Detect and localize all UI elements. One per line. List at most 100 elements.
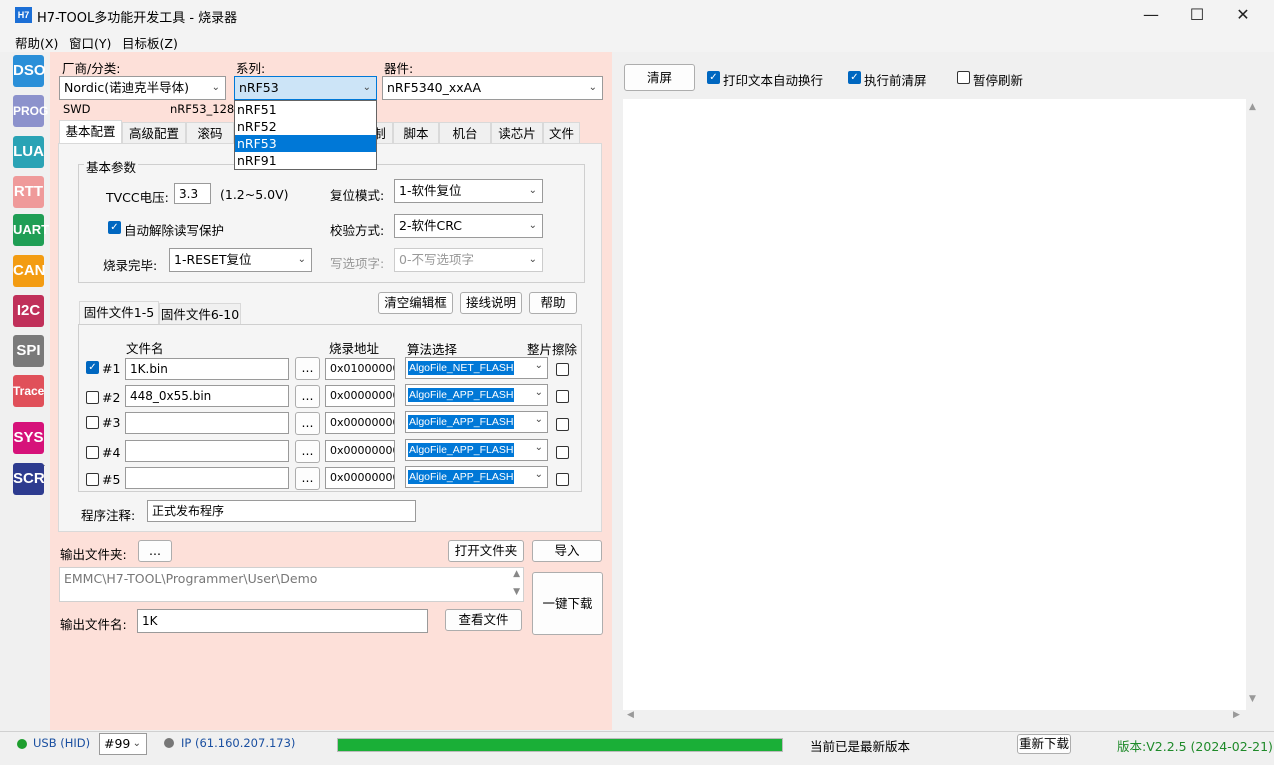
fw-file-input[interactable] (125, 440, 289, 462)
chevron-down-icon: ⌄ (297, 254, 306, 265)
tab-rolling-code[interactable]: 滚码 (186, 122, 234, 144)
scroll-up-icon[interactable]: ▲ (513, 569, 520, 579)
help-button[interactable]: 帮助 (529, 292, 577, 314)
trace-tool-button[interactable]: Trace (13, 375, 44, 407)
close-button[interactable]: ✕ (1220, 0, 1266, 30)
fw-algo-select[interactable]: AlgoFile_NET_FLASH ⌄ (405, 357, 548, 379)
import-button[interactable]: 导入 (532, 540, 602, 562)
fw-algo-select[interactable]: AlgoFile_APP_FLASH ⌄ (405, 411, 548, 433)
clear-screen-button[interactable]: 清屏 (624, 64, 695, 91)
fw-browse-button[interactable]: ... (295, 357, 320, 380)
tab-advanced-config[interactable]: 高级配置 (122, 122, 186, 144)
scroll-down-icon[interactable]: ▼ (513, 587, 520, 597)
tab-firmware-1-5[interactable]: 固件文件1-5 (79, 301, 159, 325)
fw-address-input[interactable]: 0x00000000 (325, 440, 395, 462)
scroll-down-icon[interactable]: ▼ (1249, 694, 1256, 704)
series-select[interactable]: nRF53 ⌄ (234, 76, 377, 100)
tab-script[interactable]: 脚本 (393, 122, 439, 144)
fw-erase-checkbox[interactable] (556, 363, 569, 376)
scr-tool-button[interactable]: SCR (13, 463, 45, 495)
redownload-button[interactable]: 重新下载 (1017, 734, 1071, 754)
tab-firmware-6-10[interactable]: 固件文件6-10 (159, 303, 241, 325)
output-name-input[interactable]: 1K (137, 609, 428, 633)
fw-address-input[interactable]: 0x00000000 (325, 385, 395, 407)
series-value: nRF53 (239, 80, 279, 95)
scroll-left-icon[interactable]: ◀ (627, 710, 634, 720)
device-number-select[interactable]: #99 ⌄ (99, 733, 147, 755)
chevron-down-icon: ⌄ (528, 254, 537, 265)
fw-browse-button[interactable]: ... (295, 440, 320, 463)
tab-basic-config[interactable]: 基本配置 (59, 120, 122, 144)
chevron-down-icon: ⌄ (362, 82, 371, 93)
auto-unprotect-checkbox[interactable]: ✓ (108, 221, 121, 234)
series-option[interactable]: nRF51 (235, 101, 376, 118)
output-path-box[interactable]: EMMC\H7-TOOL\Programmer\User\Demo ▲ ▼ (59, 567, 524, 602)
fw-address-input[interactable]: 0x00000000 (325, 412, 395, 434)
menu-help[interactable]: 帮助(X) (15, 33, 58, 52)
fw-file-input[interactable] (125, 467, 289, 489)
fw-row-checkbox[interactable]: ✓ (86, 361, 99, 374)
can-tool-button[interactable]: CAN (13, 255, 46, 287)
done-action-select[interactable]: 1-RESET复位 ⌄ (169, 248, 312, 272)
menu-target-board[interactable]: 目标板(Z) (122, 33, 178, 52)
prog-tool-button[interactable]: PROG (13, 95, 48, 127)
lua-tool-button[interactable]: LUA (13, 136, 44, 168)
open-folder-button[interactable]: 打开文件夹 (448, 540, 524, 562)
fw-erase-checkbox[interactable] (556, 473, 569, 486)
fw-file-input[interactable]: 1K.bin (125, 358, 289, 380)
fw-algo-select[interactable]: AlgoFile_APP_FLASH ⌄ (405, 466, 548, 488)
uart-tool-button[interactable]: UART (13, 214, 49, 246)
fw-erase-checkbox[interactable] (556, 418, 569, 431)
one-click-download-button[interactable]: 一键下载 (532, 572, 603, 635)
i2c-tool-button[interactable]: I2C (13, 295, 44, 327)
vendor-label: 厂商/分类: (62, 61, 121, 76)
fw-erase-checkbox[interactable] (556, 446, 569, 459)
pause-refresh-checkbox[interactable] (957, 71, 970, 84)
spi-tool-button[interactable]: SPI (13, 335, 44, 367)
series-option[interactable]: nRF52 (235, 118, 376, 135)
log-output-area[interactable] (623, 99, 1246, 710)
fw-algo-select[interactable]: AlgoFile_APP_FLASH ⌄ (405, 439, 548, 461)
wiring-guide-button[interactable]: 接线说明 (460, 292, 522, 314)
menu-window[interactable]: 窗口(Y) (69, 33, 111, 52)
view-file-button[interactable]: 查看文件 (445, 609, 522, 631)
tab-machine[interactable]: 机台 (439, 122, 491, 144)
scroll-right-icon[interactable]: ▶ (1233, 710, 1240, 720)
clear-edit-button[interactable]: 清空编辑框 (378, 292, 453, 314)
dso-tool-button[interactable]: DSO (13, 55, 46, 87)
tvcc-input[interactable]: 3.3 (174, 183, 211, 204)
output-name-label: 输出文件名: (60, 617, 127, 632)
fw-row-checkbox[interactable] (86, 416, 99, 429)
fw-file-input[interactable]: 448_0x55.bin (125, 385, 289, 407)
clear-before-checkbox[interactable]: ✓ (848, 71, 861, 84)
scroll-up-icon[interactable]: ▲ (1249, 102, 1256, 112)
verify-mode-select[interactable]: 2-软件CRC ⌄ (394, 214, 543, 238)
maximize-button[interactable]: ☐ (1174, 0, 1220, 30)
fw-file-input[interactable] (125, 412, 289, 434)
output-folder-browse-button[interactable]: ... (138, 540, 172, 562)
tab-file[interactable]: 文件 (543, 122, 580, 144)
fw-row-number: #5 (102, 472, 121, 487)
fw-address-input[interactable]: 0x00000000 (325, 467, 395, 489)
fw-browse-button[interactable]: ... (295, 385, 320, 408)
fw-browse-button[interactable]: ... (295, 467, 320, 490)
chevron-down-icon: ⌄ (534, 387, 543, 398)
minimize-button[interactable]: — (1128, 0, 1174, 30)
series-option[interactable]: nRF91 (235, 152, 376, 169)
fw-erase-checkbox[interactable] (556, 390, 569, 403)
fw-row-checkbox[interactable] (86, 473, 99, 486)
auto-wrap-checkbox[interactable]: ✓ (707, 71, 720, 84)
sys-tool-button[interactable]: SYS (13, 422, 44, 454)
reset-mode-select[interactable]: 1-软件复位 ⌄ (394, 179, 543, 203)
fw-algo-select[interactable]: AlgoFile_APP_FLASH ⌄ (405, 384, 548, 406)
part-select[interactable]: nRF5340_xxAA ⌄ (382, 76, 603, 100)
fw-row-checkbox[interactable] (86, 446, 99, 459)
rtt-tool-button[interactable]: RTT (13, 176, 44, 208)
fw-row-checkbox[interactable] (86, 391, 99, 404)
program-note-input[interactable]: 正式发布程序 (147, 500, 416, 522)
fw-browse-button[interactable]: ... (295, 412, 320, 435)
series-option-selected[interactable]: nRF53 (235, 135, 376, 152)
tab-read-chip[interactable]: 读芯片 (491, 122, 543, 144)
fw-address-input[interactable]: 0x01000000 (325, 358, 395, 380)
vendor-select[interactable]: Nordic(诺迪克半导体) ⌄ (59, 76, 226, 100)
